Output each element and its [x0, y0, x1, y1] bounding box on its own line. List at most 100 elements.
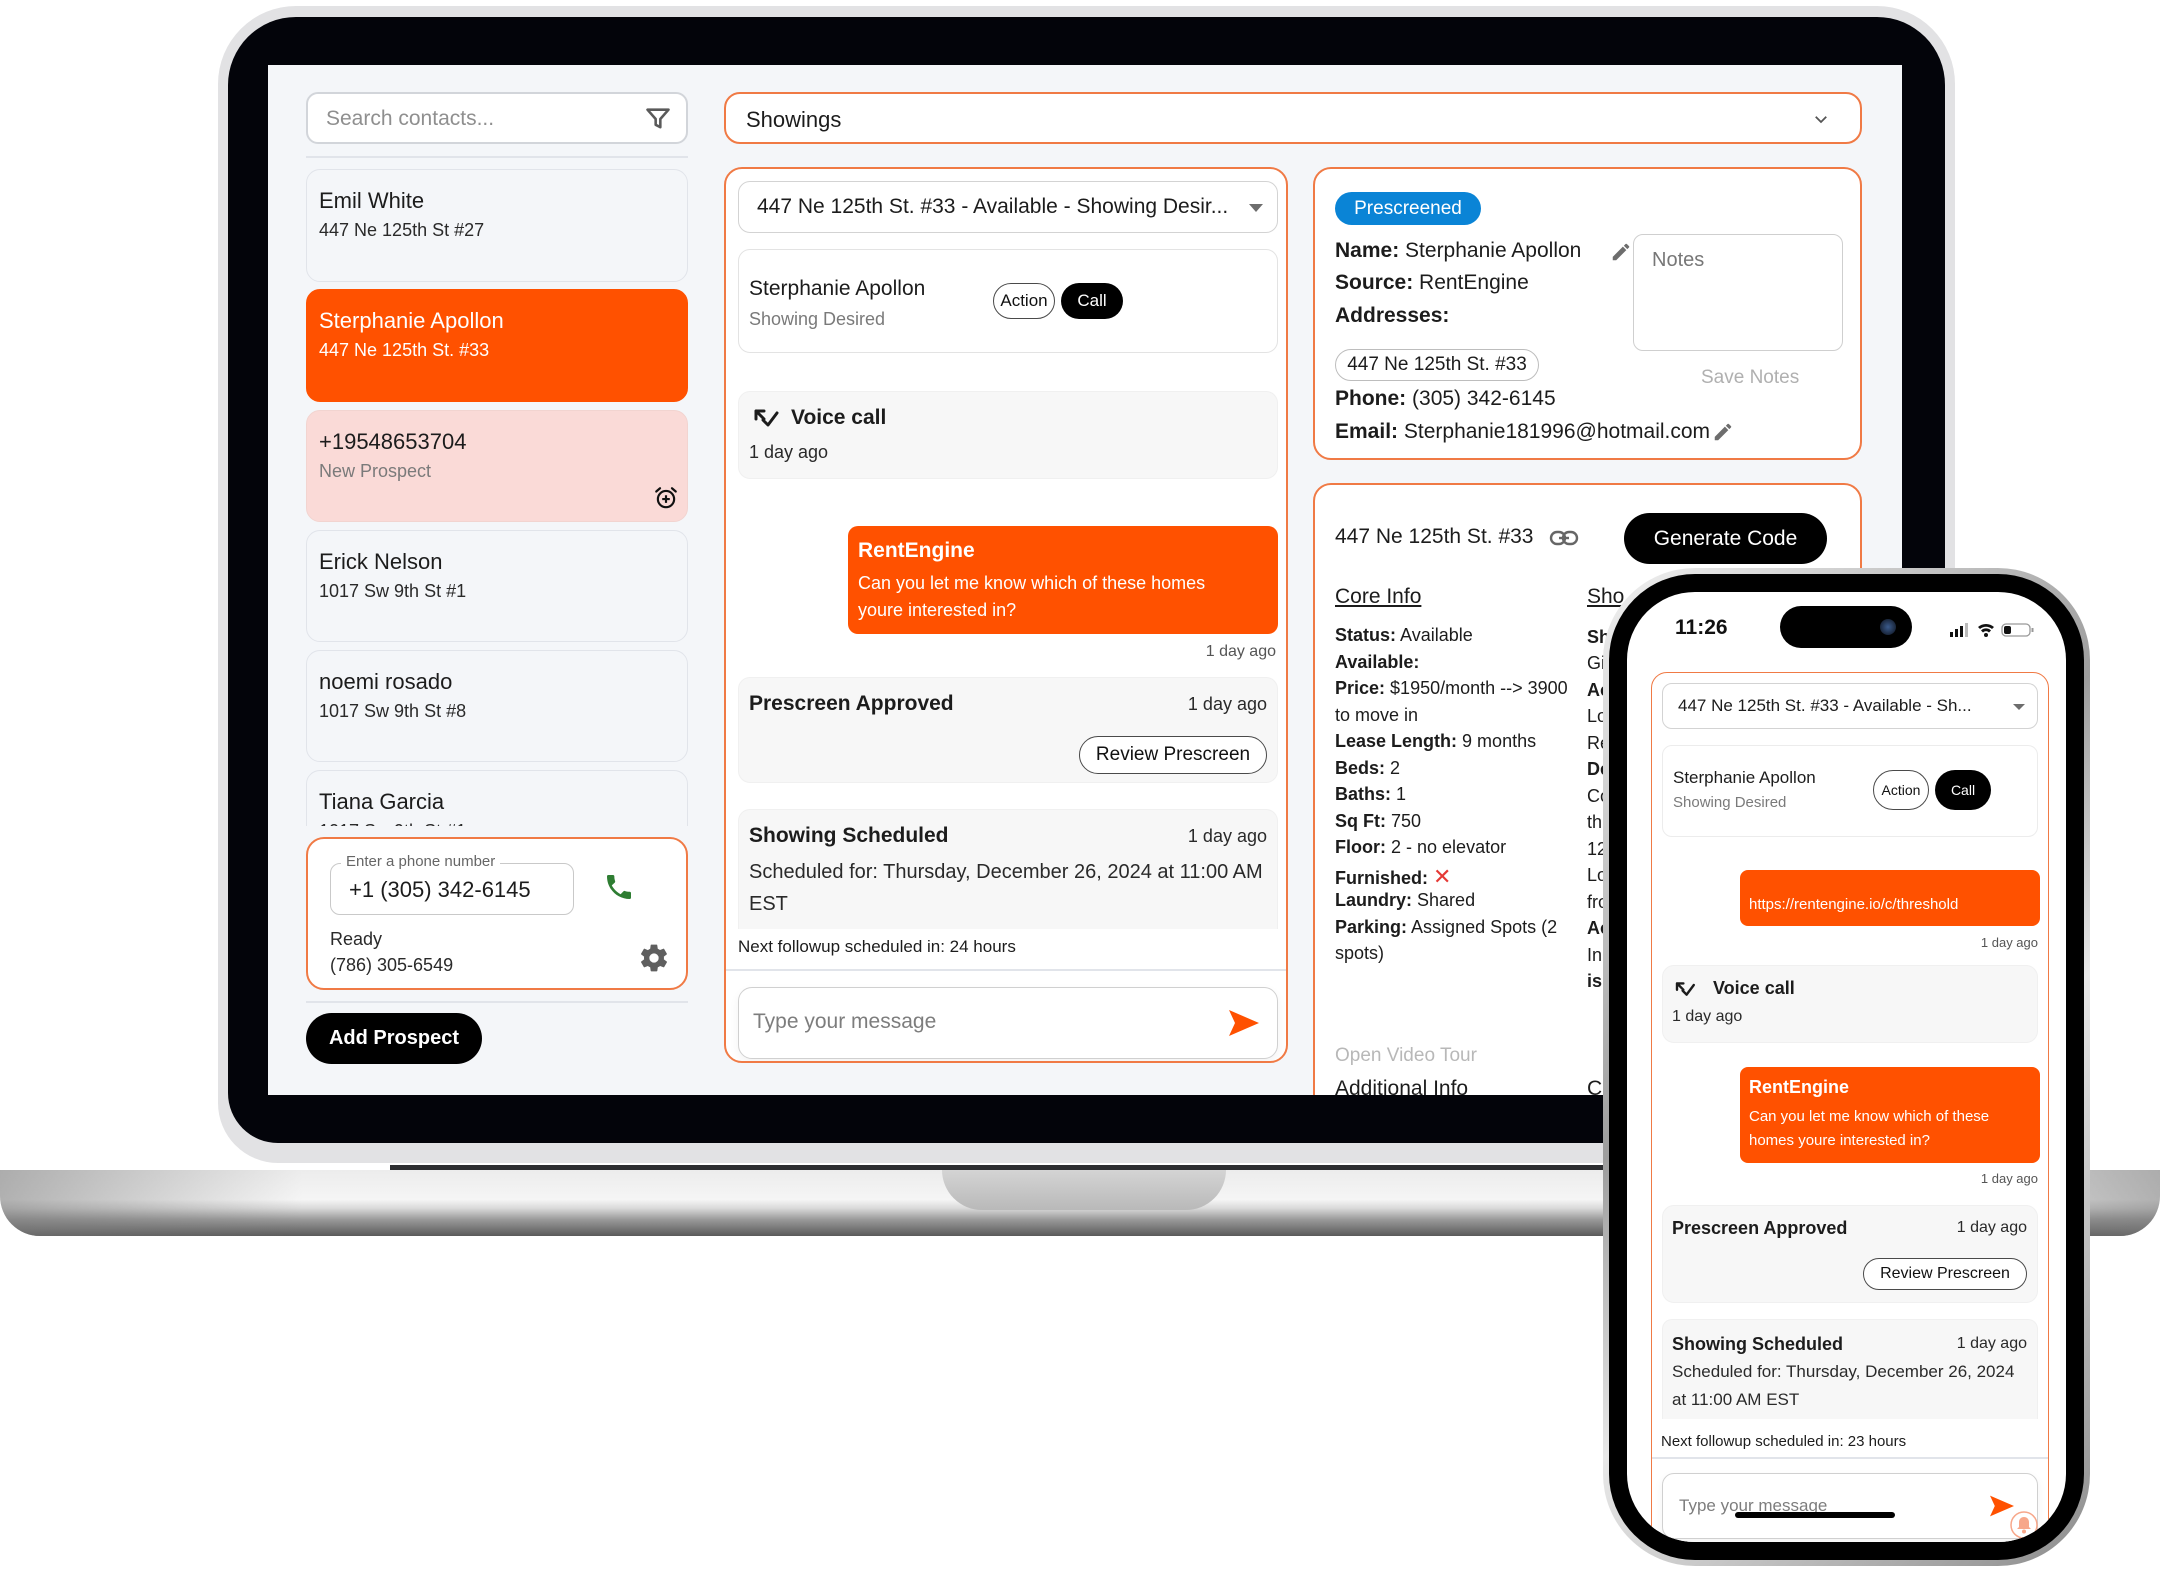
core-info-label: Laundry: — [1335, 890, 1413, 910]
name-value: Sterphanie Apollon — [1405, 239, 1582, 262]
showing-title: Showing Scheduled — [749, 824, 949, 847]
edit-pencil-icon[interactable] — [1712, 421, 1734, 443]
camera-icon — [1880, 619, 1896, 635]
home-indicator — [1735, 1512, 1895, 1518]
review-prescreen-button[interactable]: Review Prescreen — [1079, 736, 1267, 774]
showing-time: 1 day ago — [1187, 826, 1267, 846]
view-select[interactable]: Showings — [724, 92, 1862, 144]
alarm-add-icon[interactable] — [653, 485, 679, 511]
battery-icon — [2001, 623, 2034, 637]
contact-item[interactable]: Emil White 447 Ne 125th St #27 — [306, 169, 688, 282]
contact-address: 447 Ne 125th St. #33 — [319, 340, 490, 360]
contact-name: Sterphanie Apollon — [319, 308, 504, 333]
lead-name: Sterphanie Apollon — [749, 277, 926, 300]
search-input[interactable]: Search contacts... — [306, 92, 688, 144]
showing-scheduled-event: Showing Scheduled 1 day ago Scheduled fo… — [1662, 1319, 2038, 1419]
core-info-label: Baths: — [1335, 784, 1392, 804]
core-info-value: 9 months — [1462, 731, 1537, 751]
prescreened-badge: Prescreened — [1335, 192, 1481, 225]
phone-property-select-value: 447 Ne 125th St. #33 - Available - Sh... — [1678, 696, 1972, 715]
core-info-value: Shared — [1417, 890, 1476, 910]
contact-name: Emil White — [319, 188, 425, 213]
filter-icon[interactable] — [644, 105, 672, 133]
contact-item-selected[interactable]: Sterphanie Apollon 447 Ne 125th St. #33 — [306, 289, 688, 402]
gear-icon[interactable] — [638, 942, 670, 974]
core-info-row: spots) — [1335, 943, 1384, 964]
link-message-bubble: https://rentengine.io/c/threshold — [1740, 870, 2040, 926]
showing-info-fragment: th — [1587, 812, 1603, 832]
showing-detail: Scheduled for: Thursday, December 26, 20… — [749, 861, 1263, 915]
email-value: Sterphanie181996@hotmail.com — [1403, 420, 1711, 443]
conversation-panel: 447 Ne 125th St. #33 - Available - Showi… — [724, 167, 1288, 1063]
edit-pencil-icon[interactable] — [1610, 241, 1632, 263]
notes-textarea[interactable]: Notes — [1633, 234, 1843, 351]
contact-address: 1017 Sw 9th St #1 — [319, 821, 466, 826]
caret-down-icon — [2013, 704, 2025, 710]
message-sender: RentEngine — [1749, 1077, 1850, 1097]
link-icon[interactable] — [1549, 529, 1579, 547]
link-message-time: 1 day ago — [1980, 935, 2038, 950]
phone-property-select[interactable]: 447 Ne 125th St. #33 - Available - Sh... — [1662, 683, 2038, 729]
core-info-row: Laundry: Shared — [1335, 890, 1475, 911]
detail-name: Name: Sterphanie Apollon — [1335, 239, 1581, 263]
phone-call-icon[interactable] — [603, 871, 635, 903]
message-input[interactable]: Type your message — [738, 987, 1278, 1059]
action-button[interactable]: Action — [993, 283, 1055, 319]
review-prescreen-button[interactable]: Review Prescreen — [1863, 1258, 2027, 1290]
message-time: 1 day ago — [1205, 643, 1276, 660]
core-info-value: $1950/month --> 3900 — [1390, 678, 1568, 698]
save-notes-button[interactable]: Save Notes — [1701, 367, 1799, 389]
call-button[interactable]: Call — [1935, 770, 1991, 810]
voice-call-event: Voice call 1 day ago — [738, 391, 1278, 479]
action-button[interactable]: Action — [1873, 770, 1929, 810]
core-info-row: to move in — [1335, 705, 1418, 726]
message-text: Can you let me know which of these homes… — [858, 573, 1206, 620]
core-info-row: Beds: 2 — [1335, 758, 1400, 779]
link-message-text[interactable]: https://rentengine.io/c/threshold — [1749, 896, 1958, 913]
incoming-call-icon — [754, 409, 779, 427]
prescreen-time: 1 day ago — [1956, 1219, 2027, 1236]
detail-source: Source: RentEngine — [1335, 271, 1529, 295]
address-chip[interactable]: 447 Ne 125th St. #33 — [1335, 349, 1539, 381]
composer-divider — [726, 969, 1286, 971]
composer-divider — [1652, 1457, 2048, 1459]
phone-screen: 11:26 447 Ne 125th St. #33 - Available -… — [1627, 592, 2066, 1542]
contact-item[interactable]: Tiana Garcia 1017 Sw 9th St #1 — [306, 770, 688, 826]
no-x-icon: ✕ — [1433, 863, 1452, 889]
core-info-label: Sq Ft: — [1335, 810, 1386, 831]
voice-call-title: Voice call — [791, 406, 887, 429]
prescreen-title: Prescreen Approved — [1672, 1218, 1848, 1238]
detail-addresses: Addresses: — [1335, 304, 1449, 328]
add-prospect-button[interactable]: Add Prospect — [306, 1013, 482, 1064]
contact-name: noemi rosado — [319, 669, 453, 694]
open-video-tour-link[interactable]: Open Video Tour — [1335, 1045, 1477, 1067]
search-placeholder: Search contacts... — [326, 107, 495, 130]
property-select[interactable]: 447 Ne 125th St. #33 - Available - Showi… — [738, 181, 1278, 233]
send-icon[interactable] — [1227, 1008, 1261, 1038]
core-info-label: Price: — [1335, 678, 1386, 698]
showing-info-fragment: Sho — [1587, 585, 1625, 608]
core-info-heading: Core Info — [1335, 585, 1422, 608]
contact-item[interactable]: noemi rosado 1017 Sw 9th St #8 — [306, 650, 688, 762]
contact-status: New Prospect — [319, 461, 432, 481]
call-button[interactable]: Call — [1061, 283, 1123, 319]
followup-text: Next followup scheduled in: 23 hours — [1661, 1433, 1907, 1450]
generate-code-button[interactable]: Generate Code — [1624, 513, 1827, 564]
notification-bell-icon[interactable] — [2009, 1510, 2039, 1540]
sidebar-divider — [306, 156, 688, 158]
contact-address: 447 Ne 125th St #27 — [319, 220, 485, 240]
phone-number-input[interactable]: Enter a phone number +1 (305) 342-6145 — [330, 853, 574, 915]
core-info-value: to move in — [1335, 704, 1419, 725]
message-input[interactable]: Type your message — [1662, 1473, 2038, 1539]
name-label: Name: — [1335, 239, 1400, 262]
core-info-row: Floor: 2 - no elevator — [1335, 837, 1506, 858]
property-select-value: 447 Ne 125th St. #33 - Available - Showi… — [757, 195, 1229, 218]
core-info-label: Lease Length: — [1335, 731, 1458, 751]
contact-item-new-prospect[interactable]: +19548653704 New Prospect — [306, 410, 688, 522]
lead-name: Sterphanie Apollon — [1673, 768, 1816, 787]
chevron-down-icon — [1815, 116, 1827, 124]
contact-item[interactable]: Erick Nelson 1017 Sw 9th St #1 — [306, 530, 688, 642]
core-info-value: Available — [1400, 625, 1473, 645]
email-label: Email: — [1335, 420, 1399, 443]
core-info-value: Assigned Spots (2 — [1411, 916, 1558, 937]
